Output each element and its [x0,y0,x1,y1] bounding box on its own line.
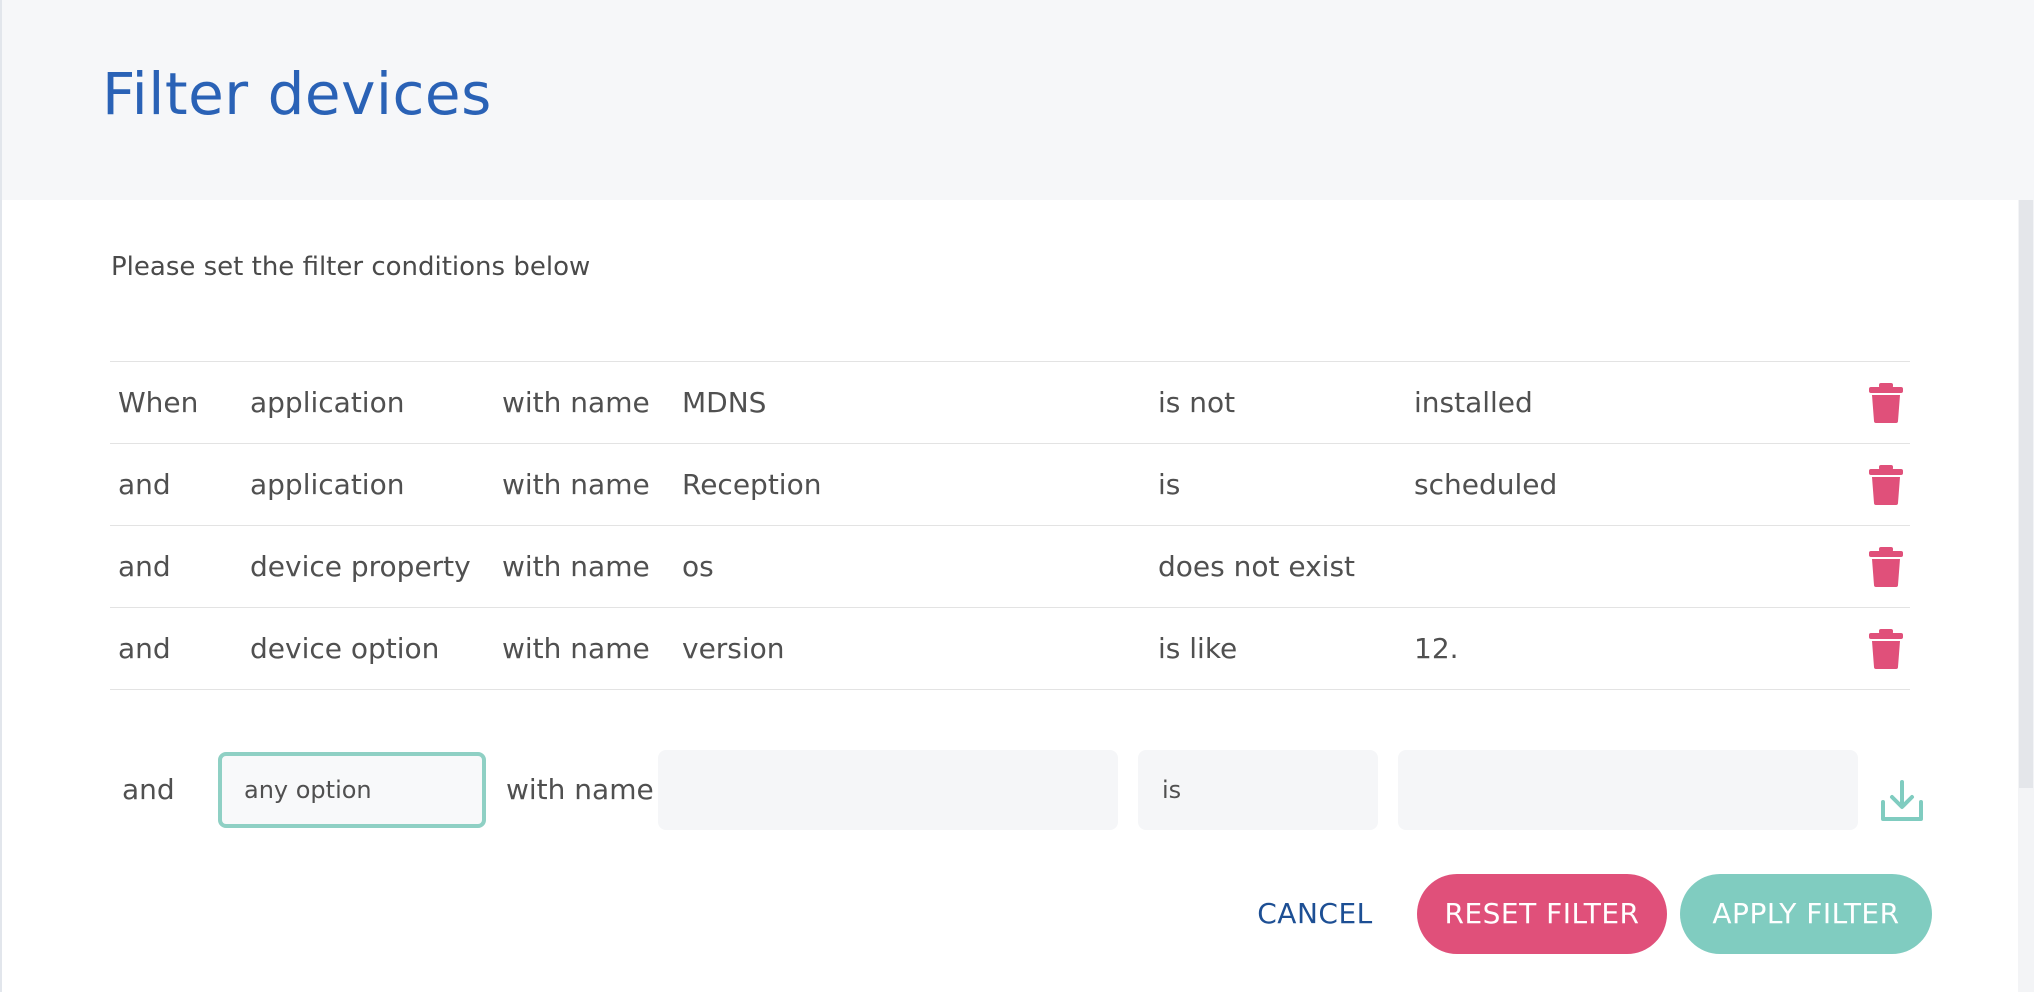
condition-row: and device option with name version is l… [110,608,1910,690]
condition-with-label: with name [502,468,650,501]
condition-with-label: with name [502,550,650,583]
condition-value: scheduled [1414,468,1558,501]
trash-icon[interactable] [1868,465,1904,505]
condition-type-select[interactable]: any option [218,752,486,828]
condition-value-input[interactable] [1398,750,1858,830]
dialog-subtitle: Please set the filter conditions below [111,252,591,282]
trash-icon[interactable] [1868,629,1904,669]
condition-type: device option [250,632,440,665]
condition-name: os [682,550,714,583]
condition-name-input[interactable] [658,750,1118,830]
condition-name: MDNS [682,386,767,419]
conditions-table: When application with name MDNS is not i… [110,361,1910,690]
condition-operator: is not [1158,386,1236,419]
condition-value: 12. [1414,632,1459,665]
condition-value: installed [1414,386,1533,419]
condition-operator-select[interactable]: is [1138,750,1378,830]
condition-row: When application with name MDNS is not i… [110,362,1910,444]
new-condition-with-label: with name [506,773,654,806]
condition-type: application [250,386,405,419]
dialog-header: Filter devices [2,0,2034,200]
condition-type: device property [250,550,471,583]
condition-with-label: with name [502,386,650,419]
condition-operator: is like [1158,632,1238,665]
condition-operator: is [1158,468,1181,501]
download-icon[interactable] [1880,780,1924,822]
condition-with-label: with name [502,632,650,665]
scrollbar-thumb[interactable] [2019,200,2033,788]
condition-conjunction: and [118,550,171,583]
apply-filter-button[interactable]: APPLY FILTER [1680,874,1932,954]
condition-type: application [250,468,405,501]
condition-name: version [682,632,785,665]
condition-row: and application with name Reception is s… [110,444,1910,526]
trash-icon[interactable] [1868,383,1904,423]
new-condition-conjunction: and [122,773,175,806]
condition-conjunction: and [118,632,171,665]
condition-operator: does not exist [1158,550,1356,583]
condition-row: and device property with name os does no… [110,526,1910,608]
trash-icon[interactable] [1868,547,1904,587]
new-condition-row: and any option with name is [110,750,1930,830]
condition-conjunction: When [118,386,199,419]
cancel-button[interactable]: CANCEL [1240,874,1390,954]
condition-conjunction: and [118,468,171,501]
condition-name: Reception [682,468,822,501]
reset-filter-button[interactable]: RESET FILTER [1417,874,1667,954]
dialog-title: Filter devices [102,60,492,128]
